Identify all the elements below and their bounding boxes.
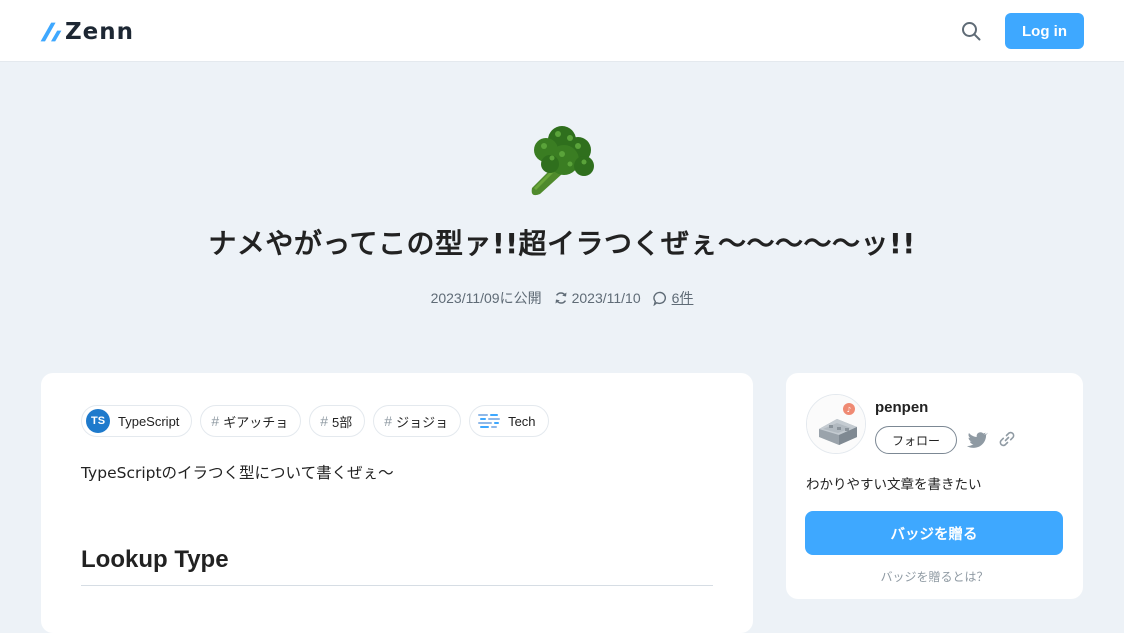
topic-label: Tech [508,413,536,429]
hash-icon: # [320,413,329,429]
heading-divider [81,585,713,586]
twitter-icon[interactable] [966,429,988,451]
zenn-logo[interactable]: Zenn [40,19,134,45]
article-intro: TypeScriptのイラつく型について書くぜぇ〜 [81,464,394,482]
published-date: 2023/11/09に公開 [430,290,542,306]
updated-date: 2023/11/10 [571,290,641,306]
search-icon [962,22,981,41]
article-meta: 2023/11/09に公開 2023/11/10 6件 [0,288,1124,308]
article-title: ナメやがってこの型ァ!!超イラつくぜぇ〜〜〜〜〜ッ!! [208,227,916,260]
zenn-logo-icon [40,22,62,42]
topic-typescript[interactable]: TS TypeScript [81,405,193,437]
broccoli-emoji [531,126,594,196]
comments-count-link[interactable]: 6件 [672,288,694,308]
badge-help-link[interactable]: バッジを贈るとは？ [786,568,1083,585]
topic-part5[interactable]: # 5部 [309,405,366,437]
tech-icon [478,414,501,428]
author-avatar[interactable]: ♪ [806,394,866,454]
link-icon[interactable] [997,429,1017,449]
search-button[interactable] [958,18,984,44]
updated-date-group: 2023/11/10 [554,290,641,306]
follow-button[interactable]: フォロー [875,426,957,454]
topic-tech[interactable]: Tech [469,405,549,437]
author-card: ♪ penpen フォロー わかりやすい文章を書きたい バッジを贈る バッジを贈… [786,373,1083,599]
topic-label: TypeScript [118,413,180,429]
send-badge-button[interactable]: バッジを贈る [805,511,1063,555]
topic-label: 5部 [332,414,353,430]
section-heading: Lookup Type [81,546,229,573]
login-button[interactable]: Log in [1005,13,1084,49]
topic-jojo[interactable]: # ジョジョ [373,405,462,437]
author-name[interactable]: penpen [875,399,928,416]
topic-label: ギアッチョ [223,414,289,430]
topic-giaccio[interactable]: # ギアッチョ [200,405,302,437]
comment-icon [652,291,666,306]
topic-label: ジョジョ [396,414,449,430]
hash-icon: # [384,413,393,429]
comments-group[interactable]: 6件 [652,288,694,308]
logo-text: Zenn [65,19,135,45]
refresh-icon [555,292,567,304]
typescript-icon: TS [86,409,110,433]
site-header: Zenn Log in [0,0,1124,62]
author-bio: わかりやすい文章を書きたい [806,477,982,493]
article-body: TS TypeScript # ギアッチョ # 5部 # ジョジョ Tech T… [41,373,753,633]
topic-list: TS TypeScript # ギアッチョ # 5部 # ジョジョ Tech [81,405,557,437]
avatar-image: ♪ [807,395,865,453]
hash-icon: # [211,413,220,429]
svg-text:♪: ♪ [847,406,851,414]
